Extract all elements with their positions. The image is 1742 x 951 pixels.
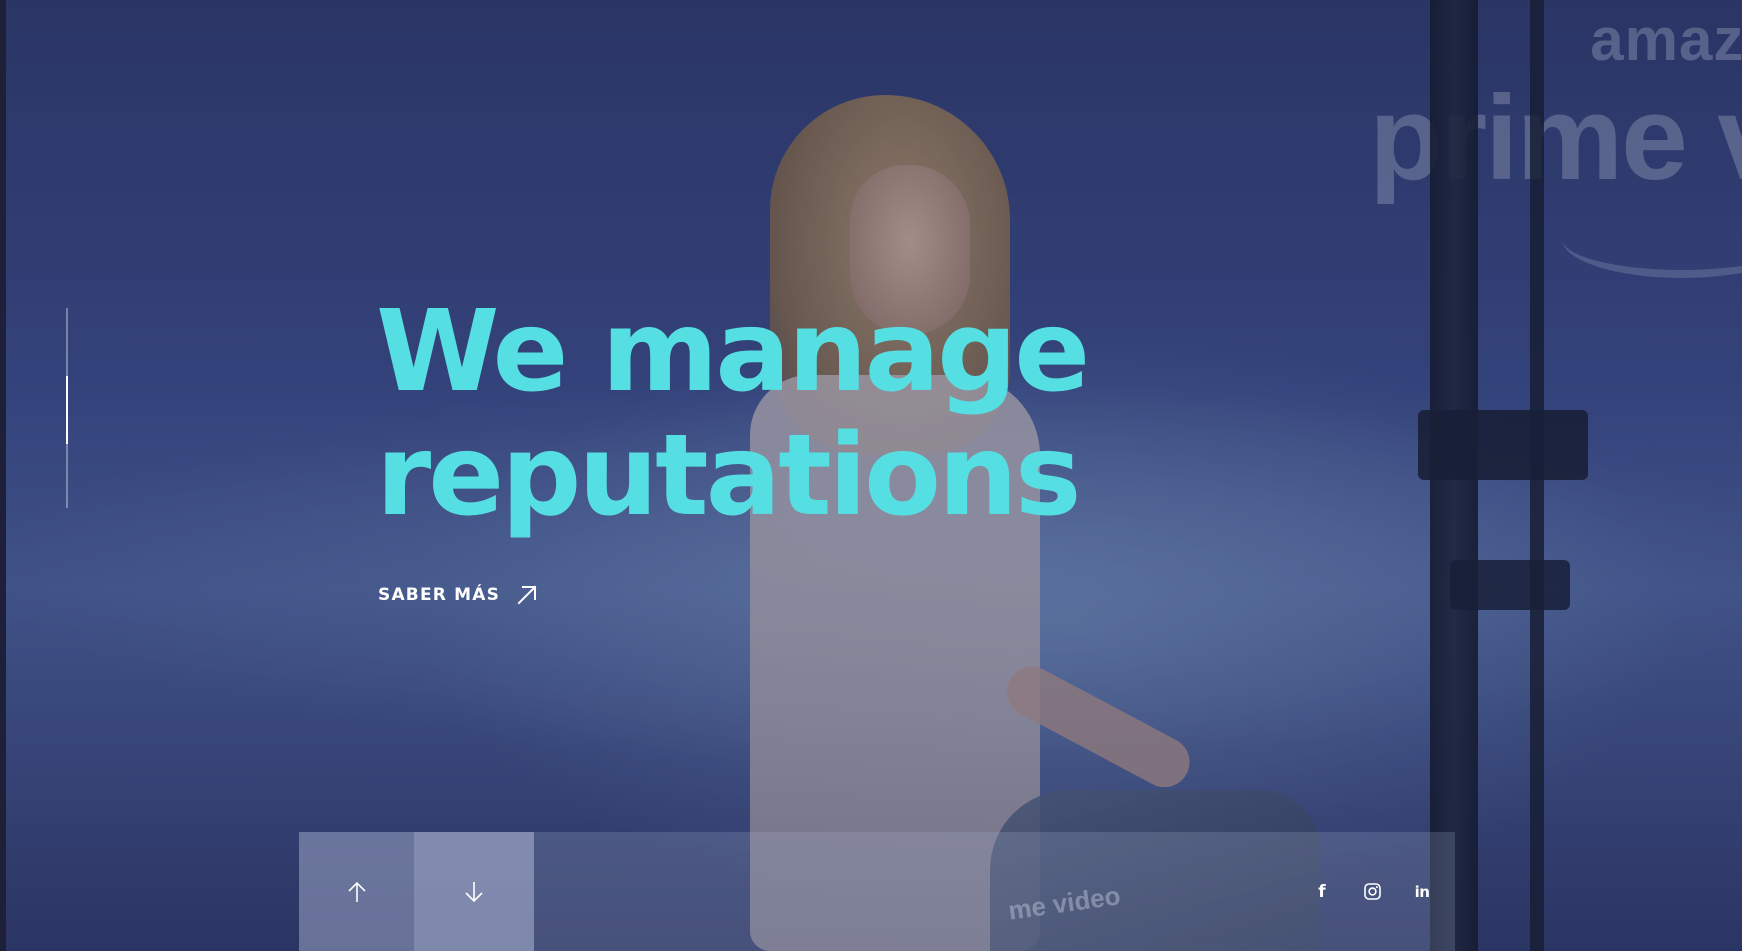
left-edge-strip: [0, 0, 6, 951]
social-links: f in: [1313, 832, 1455, 951]
slide-indicator[interactable]: [66, 308, 68, 508]
hero-headline: We manage reputations: [376, 287, 1090, 541]
linkedin-icon[interactable]: in: [1413, 883, 1431, 901]
saber-mas-link[interactable]: SABER MÁS: [378, 584, 538, 606]
arrow-down-icon: [465, 881, 483, 902]
next-slide-button[interactable]: [414, 832, 534, 951]
prev-slide-button[interactable]: [299, 832, 414, 951]
facebook-icon[interactable]: f: [1313, 882, 1331, 902]
headline-line-1: We manage: [376, 287, 1090, 417]
instagram-glyph: [1363, 883, 1381, 900]
hero-section: amazo prime v me video We manage reputat…: [0, 0, 1742, 951]
bottom-bar: f in: [299, 832, 1455, 951]
arrow-up-right-icon: [517, 585, 537, 605]
bottom-bar-spacer: [534, 832, 1313, 951]
arrow-up-icon: [347, 881, 366, 902]
headline-line-2: reputations: [376, 411, 1082, 541]
slide-indicator-active: [66, 376, 68, 444]
saber-mas-label: SABER MÁS: [378, 585, 501, 605]
instagram-icon[interactable]: [1363, 883, 1381, 901]
